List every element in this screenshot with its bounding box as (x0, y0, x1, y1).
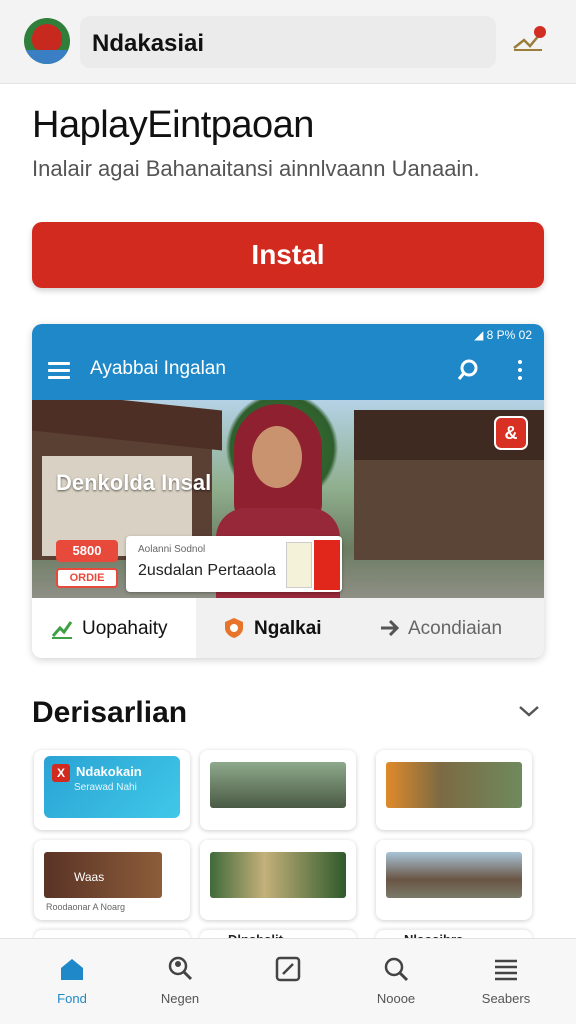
preview-card: ◢ 8 P% 02 Ayabbai Ingalan Denkolda Insal… (32, 324, 544, 658)
thumbnail-card[interactable] (200, 750, 356, 830)
hamburger-menu-icon[interactable] (48, 362, 70, 379)
tab-label: Ngalkai (254, 618, 322, 639)
thumbnail-card[interactable] (200, 840, 356, 920)
tab-label: Uopahaity (82, 618, 168, 639)
nav-seabers[interactable]: Seabers (466, 955, 546, 1019)
app-badge-icon[interactable]: & (494, 416, 528, 450)
nav-negen[interactable]: Negen (140, 955, 220, 1019)
tab-uopahaity[interactable]: Uopahaity (32, 598, 196, 658)
app-badge-icon: X (52, 764, 70, 782)
info-control-icon[interactable] (286, 542, 312, 588)
tab-ngalkai[interactable]: Ngalkai (196, 598, 356, 658)
preview-bar-title: Ayabbai Ingalan (90, 358, 226, 379)
tab-acondiaian[interactable]: Acondiaian (356, 598, 544, 658)
section-title: Derisarlian (32, 696, 188, 729)
edit-icon (275, 956, 301, 982)
nav-label: Negen (160, 991, 200, 1006)
thumbnail-caption: Roodaonar A Noarg (46, 902, 126, 912)
more-vert-icon[interactable] (516, 360, 524, 382)
page-title: HaplayEintpaoan (32, 104, 314, 146)
nav-label: Seabers (481, 991, 531, 1006)
install-button[interactable]: Instal (32, 222, 544, 288)
info-small-text: Aolanni Sodnol (138, 544, 206, 555)
chart-up-icon (50, 616, 74, 640)
price-tag-secondary: ORDIE (56, 568, 118, 588)
tab-label: Acondiaian (408, 618, 503, 639)
search-icon[interactable] (456, 358, 480, 382)
thumbnail-card[interactable] (376, 750, 532, 830)
preview-app-bar: ◢ 8 P% 02 Ayabbai Ingalan (32, 324, 544, 400)
nav-edit[interactable] (248, 955, 328, 1019)
bottom-navigation: Fond Negen Noooe Seabers (0, 938, 576, 1024)
thumbnail-card[interactable] (376, 840, 532, 920)
info-action-button[interactable] (314, 540, 340, 590)
arrow-right-icon (378, 616, 402, 640)
notification-dot (534, 26, 546, 38)
shield-icon (222, 616, 246, 640)
status-bar: ◢ 8 P% 02 (474, 328, 532, 342)
home-icon (61, 959, 83, 980)
menu-icon (495, 959, 517, 981)
hero-label: Denkolda Insal (56, 470, 212, 495)
top-app-bar: Ndakasiai (0, 0, 576, 84)
thumbnail-title: Waas (74, 870, 105, 884)
thumbnail-card[interactable]: X Ndakokain Serawad Nahi (34, 750, 190, 830)
nav-home[interactable]: Fond (32, 955, 112, 1019)
notification-icon[interactable] (510, 26, 550, 60)
search-icon (384, 957, 409, 982)
thumbnail-subtitle: Serawad Nahi (74, 782, 137, 793)
app-title: Ndakasiai (92, 30, 205, 57)
search-person-icon (168, 956, 193, 981)
nav-search[interactable]: Noooe (356, 955, 436, 1019)
info-main-text: 2usdalan Pertaaola (138, 562, 276, 579)
app-logo-icon[interactable] (24, 18, 70, 64)
price-tag: 5800 (56, 540, 118, 562)
preview-tabs: Uopahaity Ngalkai Acondiaian (32, 598, 544, 658)
page-subtitle: Inalair agai Bahanaitansi ainnlvaann Uan… (32, 156, 480, 181)
nav-label: Noooe (376, 991, 416, 1006)
hero-image: Denkolda Insal & 5800 ORDIE Aolanni Sodn… (32, 400, 544, 598)
chevron-down-icon[interactable] (518, 704, 540, 718)
thumbnail-title: Ndakokain (76, 764, 142, 779)
nav-label: Fond (57, 991, 87, 1006)
thumbnail-card[interactable]: Waas Roodaonar A Noarg (34, 840, 190, 920)
